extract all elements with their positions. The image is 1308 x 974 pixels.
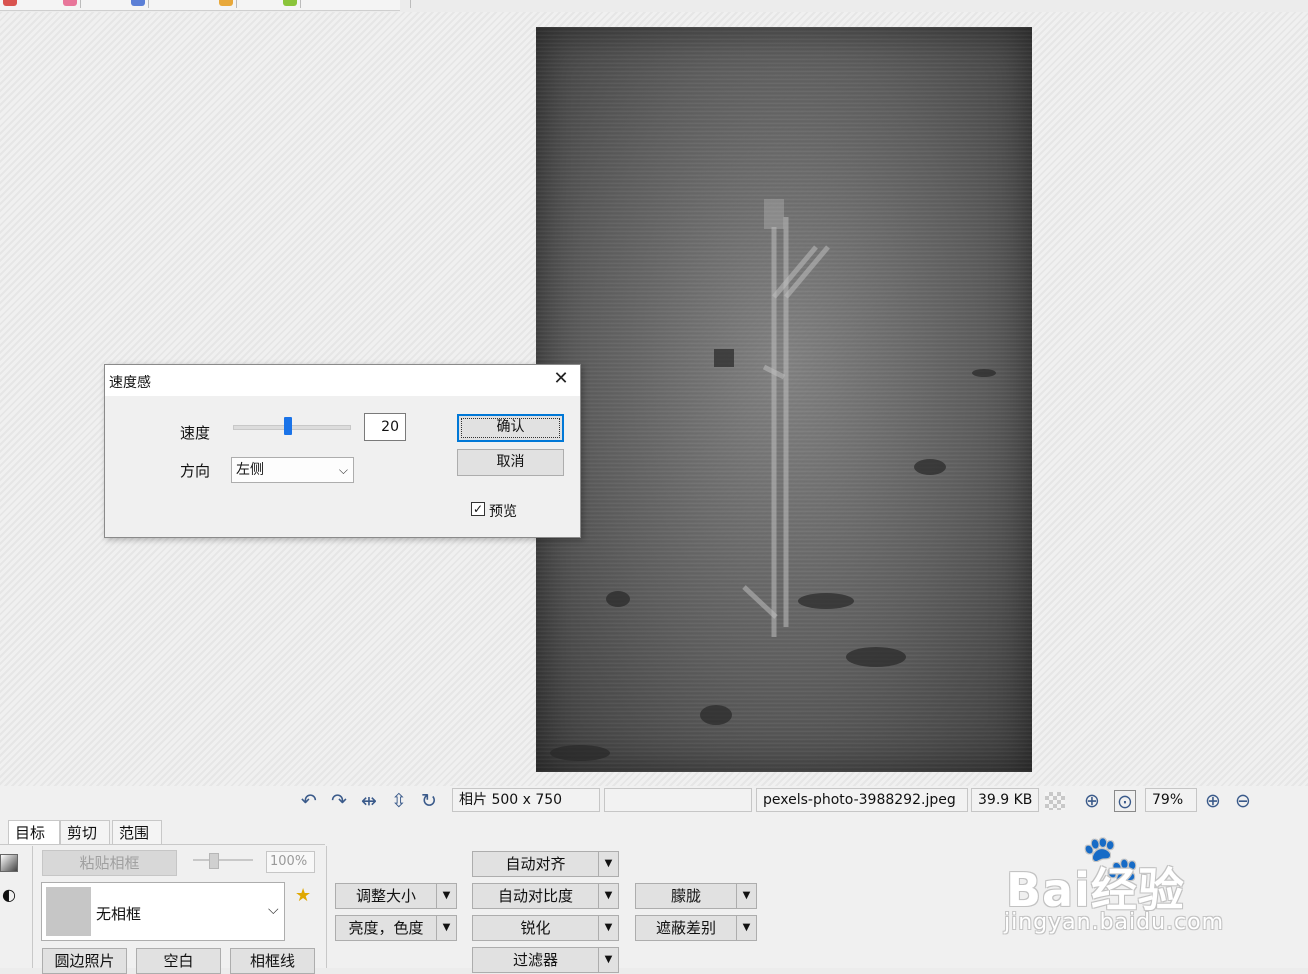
tab-target[interactable]: 目标 — [8, 820, 60, 844]
top-tab-5[interactable] — [280, 0, 411, 8]
redo-icon[interactable]: ↷ — [328, 790, 350, 812]
tab-divider — [0, 844, 325, 845]
auto-align-button[interactable]: 自动对齐 ▼ — [472, 851, 619, 877]
frame-thumbnail — [46, 887, 91, 936]
filesize-field: 39.9 KB — [971, 788, 1039, 812]
tab-icon — [3, 0, 17, 6]
zoom-level-field: 79% — [1145, 788, 1197, 812]
frame-line-button[interactable]: 相框线 — [230, 948, 315, 974]
filename-field: pexels-photo-3988292.jpeg — [756, 788, 968, 812]
baidu-watermark: 🐾 Bai经验 jingyan.baidu.com — [1000, 828, 1300, 948]
flip-horizontal-icon[interactable]: ⇹ — [358, 790, 380, 812]
watermark-url: jingyan.baidu.com — [1004, 910, 1225, 935]
dialog-titlebar[interactable]: 速度感 ✕ — [105, 365, 580, 396]
filter-button[interactable]: 过滤器 ▼ — [472, 947, 619, 973]
sharpen-button[interactable]: 锐化 ▼ — [472, 915, 619, 941]
resize-button[interactable]: 调整大小 ▼ — [335, 883, 457, 909]
speed-label: 速度 — [180, 424, 211, 442]
auto-align-label: 自动对齐 — [505, 855, 566, 873]
auto-contrast-label: 自动对比度 — [497, 887, 573, 905]
cancel-button[interactable]: 取消 — [457, 449, 564, 476]
mask-difference-button[interactable]: 遮蔽差别 ▼ — [635, 915, 757, 941]
chevron-down-icon: ⌵ — [338, 463, 348, 477]
sharpen-label: 锐化 — [520, 919, 551, 937]
blurred-subject — [550, 199, 996, 761]
flip-vertical-icon[interactable]: ⇳ — [388, 790, 410, 812]
dropdown-arrow-icon[interactable]: ▼ — [736, 916, 756, 940]
brightness-label: 亮度，色度 — [348, 919, 424, 937]
gradient-tool-icon[interactable] — [0, 854, 18, 872]
rotate-icon[interactable]: ↻ — [418, 790, 440, 812]
tab-icon — [219, 0, 233, 6]
round-photo-button[interactable]: 圆边照片 — [42, 948, 127, 974]
opacity-slider-track[interactable] — [193, 859, 253, 861]
transparency-icon[interactable] — [1045, 792, 1065, 810]
focus-ring — [461, 418, 560, 438]
direction-value: 左侧 — [236, 462, 264, 478]
dropdown-arrow-icon[interactable]: ▼ — [436, 916, 456, 940]
blank-button[interactable]: 空白 — [136, 948, 221, 974]
auto-contrast-button[interactable]: 自动对比度 ▼ — [472, 883, 619, 909]
dropdown-arrow-icon[interactable]: ▼ — [736, 884, 756, 908]
speed-value-field[interactable]: 20 — [364, 413, 406, 441]
top-tab-strip — [0, 0, 411, 11]
paste-frame-button[interactable]: 粘贴相框 — [42, 850, 177, 876]
filter-label: 过滤器 — [512, 951, 558, 969]
brightness-button[interactable]: 亮度，色度 ▼ — [335, 915, 457, 941]
dropdown-arrow-icon[interactable]: ▼ — [598, 916, 618, 940]
dropdown-arrow-icon[interactable]: ▼ — [436, 884, 456, 908]
status-bar: ↶ ↷ ⇹ ⇳ ↻ 相片 500 x 750 pexels-photo-3988… — [0, 786, 1308, 816]
ok-button[interactable]: 确认 — [457, 414, 564, 442]
dropdown-arrow-icon[interactable]: ▼ — [598, 852, 618, 876]
preview-checkbox[interactable]: ✓ — [471, 502, 485, 516]
direction-select[interactable]: 左侧 ⌵ — [231, 457, 354, 483]
preview-label: 预览 — [489, 504, 517, 520]
frame-value: 无相框 — [96, 905, 142, 923]
info-field — [604, 788, 752, 812]
photo-size-field: 相片 500 x 750 — [452, 788, 600, 812]
close-icon[interactable]: ✕ — [552, 370, 570, 388]
resize-label: 调整大小 — [355, 887, 416, 905]
photo-preview[interactable] — [536, 27, 1032, 772]
zoom-fit-icon[interactable]: ⊙ — [1114, 790, 1136, 813]
tab-range[interactable]: 范围 — [112, 820, 162, 844]
tab-crop[interactable]: 剪切 — [60, 820, 110, 844]
mask-tool-icon[interactable]: ◐ — [0, 886, 18, 904]
speed-slider-track[interactable] — [233, 425, 351, 430]
direction-label: 方向 — [180, 462, 211, 480]
tab-icon — [131, 0, 145, 6]
panel-separator — [326, 846, 327, 968]
mask-difference-label: 遮蔽差别 — [655, 919, 716, 937]
blur-label: 朦胧 — [670, 887, 701, 905]
tab-icon — [63, 0, 77, 6]
opacity-slider-thumb[interactable] — [209, 853, 219, 869]
opacity-field[interactable]: 100% — [266, 851, 315, 873]
chevron-down-icon: ⌵ — [268, 902, 279, 918]
zoom-in-icon[interactable]: ⊕ — [1202, 790, 1224, 812]
speed-slider-thumb[interactable] — [284, 417, 292, 435]
zoom-actual-icon[interactable]: ⊕ — [1081, 790, 1103, 812]
speed-effect-dialog: 速度感 ✕ 速度 20 方向 左侧 ⌵ 确认 取消 ✓ 预览 — [104, 364, 581, 538]
tool-column-separator — [32, 846, 33, 968]
blur-button[interactable]: 朦胧 ▼ — [635, 883, 757, 909]
dropdown-arrow-icon[interactable]: ▼ — [598, 948, 618, 972]
tab-icon — [283, 0, 297, 6]
star-icon[interactable]: ★ — [295, 885, 311, 906]
undo-icon[interactable]: ↶ — [298, 790, 320, 812]
zoom-out-icon[interactable]: ⊖ — [1232, 790, 1254, 812]
frame-select[interactable]: 无相框 ⌵ — [41, 882, 285, 941]
dropdown-arrow-icon[interactable]: ▼ — [598, 884, 618, 908]
dialog-title: 速度感 — [109, 375, 151, 391]
